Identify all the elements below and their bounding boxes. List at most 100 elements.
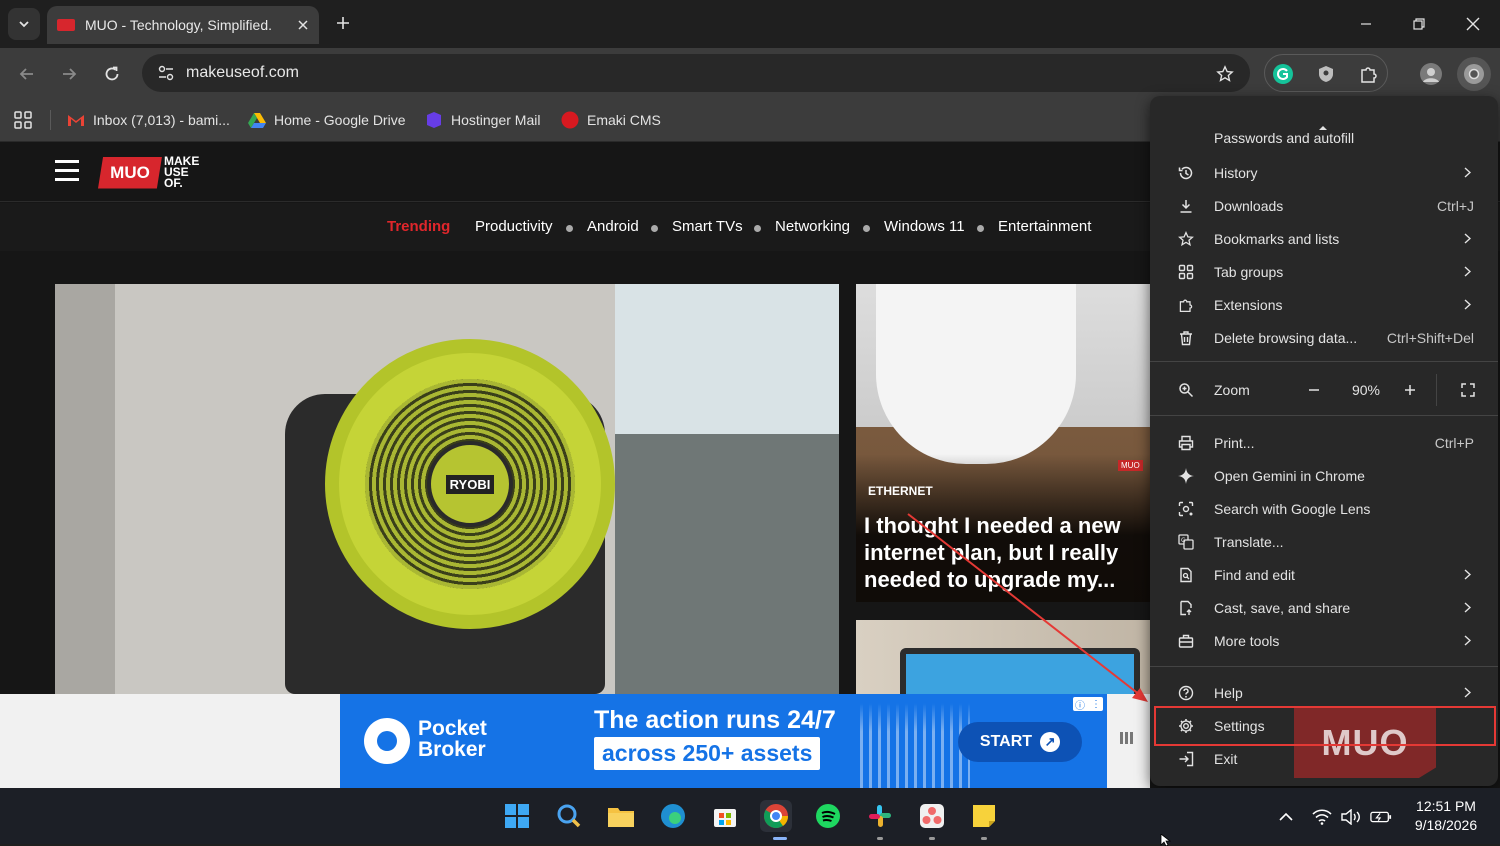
download-icon [1176, 196, 1196, 216]
ad-side-handle [1120, 732, 1142, 748]
reload-button[interactable] [98, 60, 126, 88]
menu-item-delete-browsing-data[interactable]: Delete browsing data... Ctrl+Shift+Del [1150, 321, 1498, 354]
volume-icon[interactable] [1340, 806, 1362, 828]
menu-item-more-tools[interactable]: More tools [1150, 624, 1498, 657]
hero-article-image[interactable]: RYOBI [55, 284, 839, 694]
bookmark-hostinger[interactable]: Hostinger Mail [425, 108, 540, 132]
gear-icon [1176, 716, 1196, 736]
svg-text:G: G [1181, 537, 1186, 544]
browser-tab-active[interactable]: MUO - Technology, Simplified. [47, 6, 319, 44]
menu-divider [1150, 666, 1498, 667]
new-tab-button[interactable] [330, 10, 356, 36]
app-indicator [877, 837, 883, 840]
menu-divider [1150, 361, 1498, 362]
asana-icon[interactable] [916, 800, 948, 832]
nav-networking[interactable]: Networking [775, 218, 850, 235]
windows-start-icon[interactable] [501, 800, 533, 832]
system-clock[interactable]: 12:51 PM 9/18/2026 [1402, 797, 1490, 835]
profile-avatar-button[interactable] [1415, 58, 1447, 90]
menu-item-print[interactable]: Print... Ctrl+P [1150, 426, 1498, 459]
menu-item-label: Cast, save, and share [1214, 599, 1351, 616]
menu-item-label: History [1214, 164, 1258, 181]
close-window-button[interactable] [1459, 10, 1487, 38]
menu-item-extensions[interactable]: Extensions [1150, 288, 1498, 321]
sticky-notes-icon[interactable] [968, 800, 1000, 832]
bookmark-gmail[interactable]: Inbox (7,013) - bami... [67, 108, 230, 132]
microsoft-store-icon[interactable] [709, 800, 741, 832]
close-icon[interactable] [297, 19, 309, 31]
edge-icon[interactable] [657, 800, 689, 832]
chrome-menu-button[interactable] [1457, 57, 1491, 91]
extensions-button[interactable] [1353, 58, 1385, 90]
slack-icon[interactable] [864, 800, 896, 832]
show-hidden-icons-button[interactable] [1275, 806, 1297, 828]
nav-smart-tvs[interactable]: Smart TVs [672, 218, 743, 235]
zoom-label: Zoom [1214, 381, 1250, 398]
bookmark-star-button[interactable] [1209, 58, 1241, 90]
menu-item-bookmarks-and-lists[interactable]: Bookmarks and lists [1150, 222, 1498, 255]
title-bar: MUO - Technology, Simplified. [0, 0, 1500, 48]
site-logo[interactable]: MUO MAKE USE OF. [98, 154, 200, 190]
menu-item-downloads[interactable]: Downloads Ctrl+J [1150, 189, 1498, 222]
reload-icon [105, 66, 119, 81]
wifi-icon[interactable] [1311, 806, 1333, 828]
menu-item-shortcut: Ctrl+Shift+Del [1386, 329, 1474, 346]
file-explorer-icon[interactable] [605, 800, 637, 832]
bookmark-emaki[interactable]: Emaki CMS [561, 108, 661, 132]
menu-item-label: Find and edit [1214, 566, 1295, 583]
menu-item-label: Exit [1214, 750, 1238, 767]
article-card-ethernet[interactable]: MUO ETHERNET I thought I needed a new in… [856, 284, 1150, 602]
address-bar[interactable]: makeuseof.com [142, 54, 1250, 92]
ad-subheadline: across 250+ assets [594, 737, 821, 770]
restore-button[interactable] [1405, 10, 1433, 38]
grid-icon [14, 111, 32, 129]
grammarly-extension-button[interactable] [1267, 58, 1299, 90]
shield-extension-button[interactable] [1310, 58, 1342, 90]
logo-wordmark: MAKE USE OF. [164, 154, 200, 190]
nav-android[interactable]: Android [587, 218, 639, 235]
muo-favicon-icon [57, 19, 75, 31]
menu-item-cast-save-and-share[interactable]: Cast, save, and share [1150, 591, 1498, 624]
ad-info-icon[interactable]: ⓘ ⋮ [1073, 697, 1103, 712]
hamburger-menu-icon[interactable] [55, 160, 79, 182]
print-icon [1176, 433, 1196, 453]
menu-item-search-with-google-lens[interactable]: Search with Google Lens [1150, 492, 1498, 525]
ad-banner[interactable]: Pocket Broker The action runs 24/7 across… [340, 694, 1107, 788]
forward-button[interactable] [55, 60, 83, 88]
menu-item-label: Translate... [1214, 533, 1284, 550]
bookmark-google-drive[interactable]: Home - Google Drive [248, 108, 406, 132]
site-info-icon[interactable] [154, 61, 178, 85]
article-headline[interactable]: I thought I needed a new internet plan, … [864, 512, 1139, 593]
nav-productivity[interactable]: Productivity [475, 218, 553, 235]
fullscreen-button[interactable] [1456, 378, 1480, 402]
lens-icon [1176, 499, 1196, 519]
nav-trending[interactable]: Trending [387, 218, 450, 235]
bookmark-label: Emaki CMS [587, 112, 661, 128]
tab-search-button[interactable] [8, 8, 40, 40]
article-card-image[interactable] [856, 620, 1150, 700]
menu-item-open-gemini-in-chrome[interactable]: Open Gemini in Chrome [1150, 459, 1498, 492]
zoom-in-button[interactable] [1398, 378, 1422, 402]
menu-item-passwords[interactable]: Passwords and autofill [1150, 126, 1498, 146]
nav-entertainment[interactable]: Entertainment [998, 218, 1091, 235]
ad-start-button[interactable]: START ↗ [958, 722, 1082, 762]
menu-item-find-and-edit[interactable]: Find and edit [1150, 558, 1498, 591]
article-category[interactable]: ETHERNET [868, 484, 933, 498]
menu-item-translate[interactable]: G Translate... [1150, 525, 1498, 558]
spotify-icon[interactable] [812, 800, 844, 832]
menu-item-tab-groups[interactable]: Tab groups [1150, 255, 1498, 288]
menu-item-label: Bookmarks and lists [1214, 230, 1340, 247]
search-icon[interactable] [553, 800, 585, 832]
back-button[interactable] [13, 60, 41, 88]
menu-item-help[interactable]: Help [1150, 676, 1498, 709]
chrome-taskbar-icon[interactable] [760, 800, 792, 832]
avatar-icon [1420, 63, 1442, 85]
nav-windows-11[interactable]: Windows 11 [884, 218, 965, 235]
apps-button[interactable] [13, 108, 33, 132]
menu-item-history[interactable]: History [1150, 156, 1498, 189]
gmail-icon [67, 111, 85, 129]
minimize-button[interactable] [1352, 10, 1380, 38]
zoom-out-button[interactable] [1302, 378, 1326, 402]
arrow-right-icon [63, 68, 77, 80]
battery-icon[interactable] [1370, 806, 1392, 828]
